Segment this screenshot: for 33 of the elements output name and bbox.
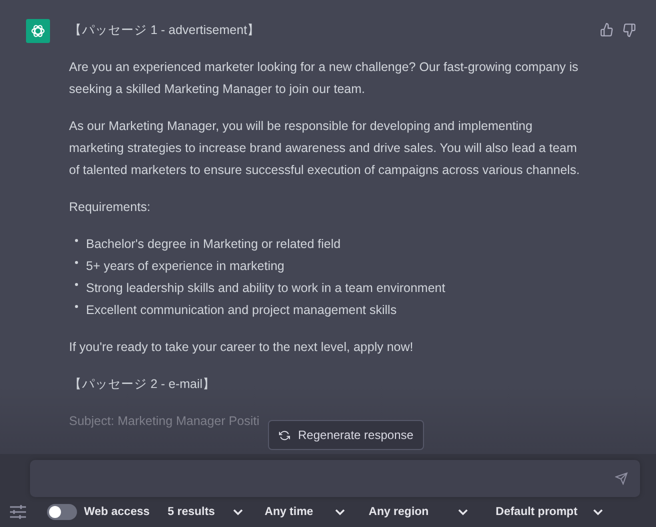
refresh-icon	[279, 430, 290, 440]
message-paragraph: Subject: Marketing Manager Positi	[69, 413, 260, 430]
message-paragraph: 【パッセージ 2 - e-mail】	[69, 376, 217, 393]
chevron-down-icon	[232, 508, 243, 516]
list-item: Strong leadership skills and ability to work in a team environment	[86, 280, 446, 297]
list-item: Excellent communication and project management skills	[86, 302, 397, 319]
dropdown[interactable]: 5 results	[168, 506, 243, 518]
list-item: 5+ years of experience in marketing	[86, 258, 284, 275]
web-access-toggle[interactable]	[47, 504, 77, 520]
message-paragraph: Requirements:	[69, 199, 152, 216]
message-heading: 【パッセージ 1 - advertisement】	[69, 22, 262, 39]
regenerate-button[interactable]: Regenerate response	[268, 420, 424, 450]
send-icon[interactable]	[615, 472, 628, 485]
chevron-down-icon	[592, 508, 603, 516]
chevron-down-icon	[334, 508, 345, 516]
thumbs-down-icon[interactable]	[622, 23, 636, 37]
message-paragraph: If you're ready to take your career to the next level, apply now!	[69, 339, 414, 356]
chevron-down-icon	[458, 508, 468, 516]
bullet-icon	[75, 305, 78, 308]
dropdown[interactable]: Default prompt	[496, 506, 603, 518]
logo-icon	[26, 19, 50, 43]
toggle-label: Web access	[84, 506, 150, 518]
dropdown[interactable]: Any time	[264, 506, 345, 518]
dropdown[interactable]: Any region	[368, 506, 468, 518]
message-input[interactable]	[30, 460, 640, 497]
message-paragraph: As our Marketing Manager, you will be responsible for developing and implementing marketing strategies to increase brand awareness and drive sales. You will also lead a team of talented marketers to ensure successful execution of campaigns across various channels.	[69, 118, 581, 179]
message-paragraph: Are you an experienced marketer looking for a new challenge? Our fast-growing company is seeking a skilled Marketing Manager to join our team.	[69, 59, 580, 98]
bullet-icon	[75, 261, 78, 264]
sliders-icon[interactable]	[9, 504, 27, 520]
list-item: Bachelor's degree in Marketing or related field	[86, 236, 341, 253]
bullet-icon	[75, 239, 78, 242]
thumbs-up-icon[interactable]	[600, 23, 614, 37]
bullet-icon	[75, 283, 78, 286]
